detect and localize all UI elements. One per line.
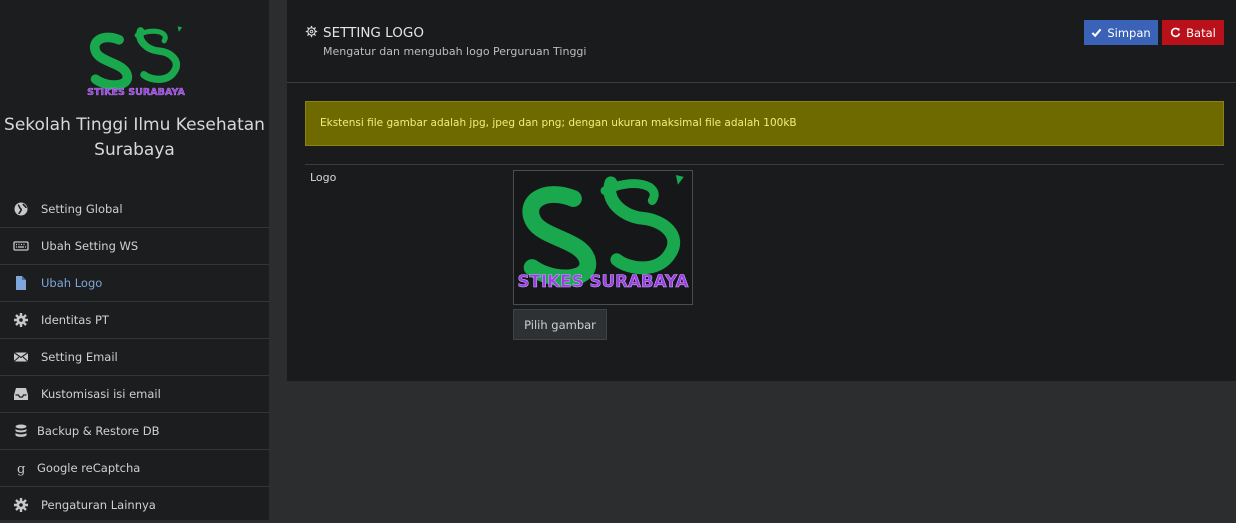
sidebar-item-label: Google reCaptcha (37, 461, 141, 475)
google-icon: g (13, 460, 29, 477)
sidebar-logo[interactable]: STIKES SURABAYA (84, 24, 188, 100)
undo-icon (1171, 27, 1181, 38)
gear-icon (13, 497, 29, 513)
logo-field-label: Logo (310, 171, 337, 184)
alert-text: Ekstensi file gambar adalah jpg, jpeg da… (320, 117, 797, 129)
page-subtitle: Mengatur dan mengubah logo Perguruan Tin… (323, 45, 587, 58)
file-icon (13, 275, 29, 291)
sidebar-item-label: Setting Global (41, 202, 123, 216)
sidebar-logo-text: STIKES SURABAYA (87, 87, 185, 98)
page-header: SETTING LOGO Mengatur dan mengubah logo … (287, 0, 1236, 83)
sidebar: STIKES SURABAYA Sekolah Tinggi Ilmu Kese… (0, 0, 269, 520)
divider (305, 164, 1224, 165)
sidebar-item-backup-restore[interactable]: Backup & Restore DB (0, 413, 269, 450)
sidebar-menu: Setting Global Ubah Setting WS Ubah Logo… (0, 191, 269, 523)
sidebar-item-google-recaptcha[interactable]: g Google reCaptcha (0, 450, 269, 487)
envelope-icon (13, 349, 29, 365)
cancel-button[interactable]: Batal (1162, 20, 1224, 45)
preview-logo-text: STIKES SURABAYA (517, 271, 688, 291)
globe-icon (13, 201, 29, 217)
sidebar-item-identitas-pt[interactable]: Identitas PT (0, 302, 269, 339)
save-button[interactable]: Simpan (1084, 20, 1158, 45)
check-icon (1091, 28, 1102, 38)
sidebar-item-label: Kustomisasi isi email (41, 387, 161, 401)
sidebar-item-label: Ubah Logo (41, 276, 103, 290)
svg-text:g: g (17, 462, 25, 476)
institution-name-line2: Surabaya (94, 140, 175, 160)
institution-name: Sekolah Tinggi Ilmu Kesehatan Surabaya (0, 113, 269, 163)
file-format-alert: Ekstensi file gambar adalah jpg, jpeg da… (305, 101, 1224, 146)
sidebar-item-ubah-logo[interactable]: Ubah Logo (0, 265, 269, 302)
sidebar-item-kustomisasi-email[interactable]: Kustomisasi isi email (0, 376, 269, 413)
sidebar-item-label: Backup & Restore DB (37, 424, 160, 438)
keyboard-icon (13, 238, 29, 254)
cancel-button-label: Batal (1186, 25, 1216, 40)
institution-name-line1: Sekolah Tinggi Ilmu Kesehatan (4, 115, 265, 135)
sidebar-item-pengaturan-lainnya[interactable]: Pengaturan Lainnya (0, 487, 269, 523)
save-button-label: Simpan (1107, 25, 1151, 40)
page-title-text: SETTING LOGO (323, 25, 424, 41)
choose-image-button[interactable]: Pilih gambar (513, 309, 607, 340)
sidebar-item-ubah-setting-ws[interactable]: Ubah Setting WS (0, 228, 269, 265)
sidebar-item-label: Pengaturan Lainnya (41, 498, 156, 512)
sidebar-item-label: Setting Email (41, 350, 118, 364)
gear-icon (305, 25, 318, 38)
gear-icon (13, 312, 29, 328)
logo-preview: STIKES SURABAYA (513, 170, 693, 305)
page-title: SETTING LOGO (305, 25, 424, 41)
inbox-icon (13, 386, 29, 402)
choose-image-label: Pilih gambar (524, 317, 596, 332)
main-panel: SETTING LOGO Mengatur dan mengubah logo … (287, 0, 1236, 381)
sidebar-item-setting-global[interactable]: Setting Global (0, 191, 269, 228)
sidebar-item-label: Ubah Setting WS (41, 239, 139, 253)
database-icon (13, 423, 29, 439)
sidebar-item-label: Identitas PT (41, 313, 109, 327)
sidebar-item-setting-email[interactable]: Setting Email (0, 339, 269, 376)
